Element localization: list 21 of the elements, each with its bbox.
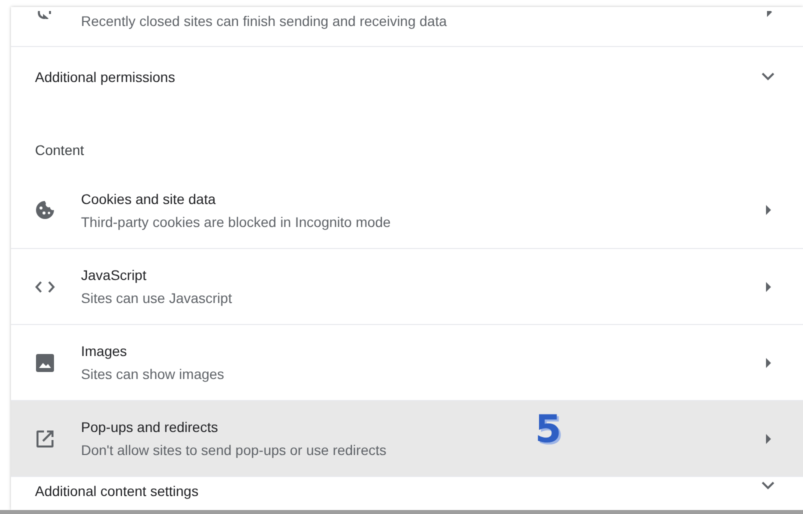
setting-title: Pop-ups and redirects [81, 418, 218, 437]
setting-row[interactable]: Cookies and site data Third-party cookies are blocked in Incognito mode [11, 172, 803, 248]
setting-row[interactable]: JavaScript Sites can use Javascript [11, 248, 803, 324]
setting-row[interactable]: Pop-ups and redirects Don't allow sites to send pop-ups or use redirects 5 [11, 400, 803, 476]
row-label: Additional content settings [35, 482, 198, 501]
image-icon [35, 354, 55, 372]
setting-description: Sites can use Javascript [81, 289, 232, 308]
section-heading: Content [34, 141, 86, 160]
setting-title: JavaScript [81, 266, 146, 285]
setting-description: Recently closed sites can finish sending and receiving data [81, 12, 448, 31]
setting-description: Sites can show images [81, 365, 224, 384]
row-label: Additional permissions [35, 68, 176, 86]
setting-description: Third-party cookies are blocked in Incognito mode [81, 212, 391, 232]
setting-description: Don't allow sites to send pop-ups or use redirects [81, 441, 386, 460]
cookie-icon [35, 200, 55, 220]
code-icon [35, 280, 55, 292]
open-in-new-icon [35, 430, 55, 448]
setting-title: Images [81, 342, 127, 361]
setting-title: Cookies and site data [81, 190, 216, 208]
step-number: 5 [535, 409, 562, 449]
additional-permissions-row[interactable]: Additional permissions [11, 46, 803, 106]
